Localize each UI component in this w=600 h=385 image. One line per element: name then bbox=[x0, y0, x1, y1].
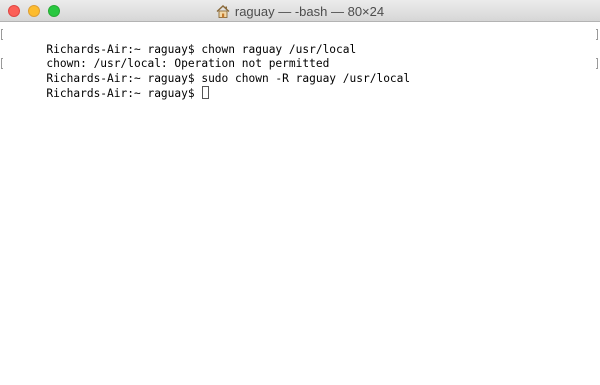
window-title-text: raguay — -bash — 80×24 bbox=[234, 3, 385, 19]
terminal-window: raguay — -bash — 80×24 Richards-Air:~ ra… bbox=[0, 0, 600, 385]
title-bar[interactable]: raguay — -bash — 80×24 bbox=[0, 0, 600, 22]
terminal-line: Richards-Air:~ raguay$ sudo chown -R rag… bbox=[1, 57, 600, 85]
text-cursor bbox=[202, 86, 210, 100]
command-mark-right bbox=[596, 29, 598, 40]
prompt-text: Richards-Air:~ raguay$ bbox=[46, 87, 202, 101]
terminal-line: Richards-Air:~ raguay$ chown raguay /usr… bbox=[1, 28, 600, 56]
command-mark-left bbox=[1, 29, 3, 40]
terminal-content[interactable]: Richards-Air:~ raguay$ chown raguay /usr… bbox=[0, 22, 600, 385]
prompt-line[interactable]: Richards-Air:~ raguay$ bbox=[6, 72, 600, 100]
command-mark-left bbox=[1, 58, 3, 70]
home-icon bbox=[216, 4, 230, 18]
command-mark-right bbox=[596, 58, 598, 70]
window-title: raguay — -bash — 80×24 bbox=[0, 0, 600, 22]
terminal-line: chown: /usr/local: Operation not permitt… bbox=[6, 43, 600, 70]
